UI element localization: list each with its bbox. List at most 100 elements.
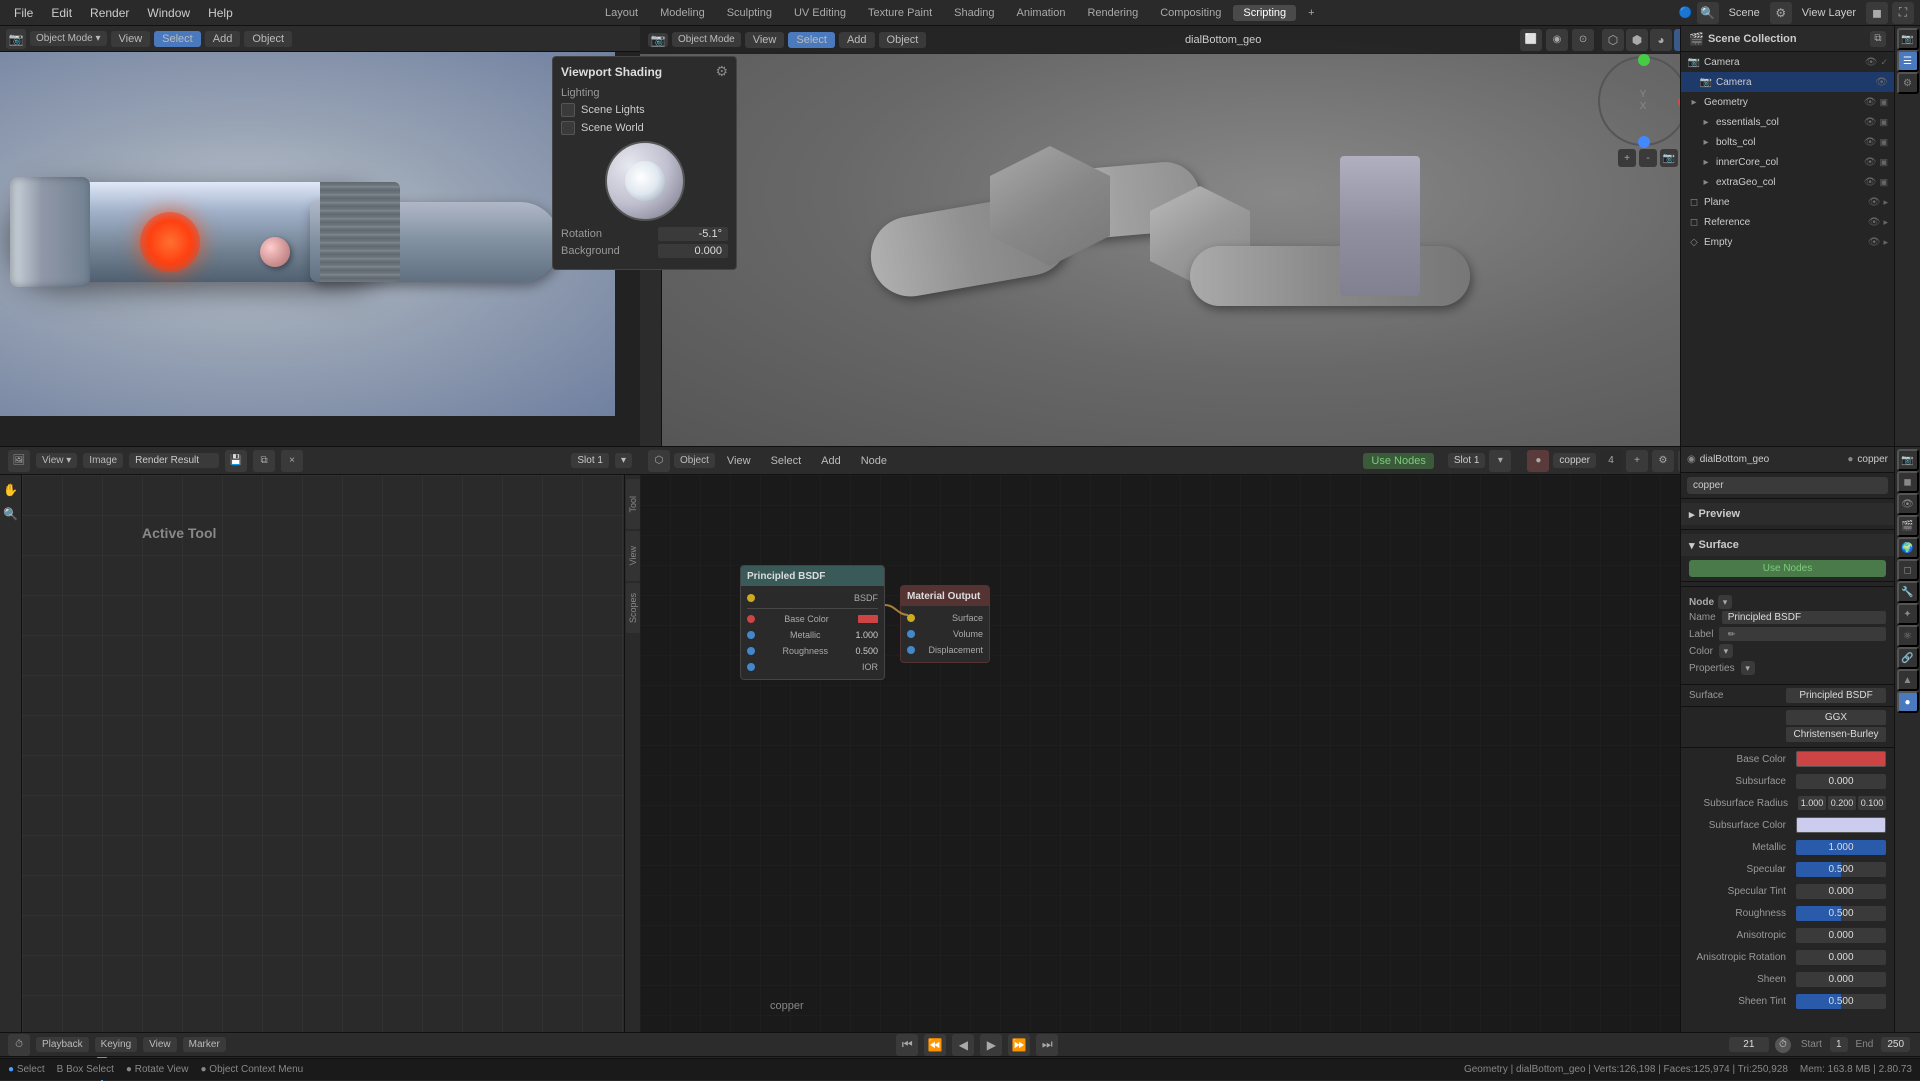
- anisotropic-rot-value[interactable]: 0.000: [1796, 950, 1886, 965]
- viewport-select-btn[interactable]: Select: [788, 32, 835, 48]
- zoom-tool[interactable]: 🔍: [0, 503, 22, 525]
- node-slot-dropdown[interactable]: ▾: [1489, 450, 1511, 472]
- image-editor-icon[interactable]: 🖼: [8, 450, 30, 472]
- tab-shading[interactable]: Shading: [944, 5, 1004, 21]
- collection-reference[interactable]: ◻ Reference 👁 ▸: [1681, 212, 1894, 232]
- scene-hierarchy-icon[interactable]: ☰: [1897, 50, 1919, 72]
- viewport-shading-btn[interactable]: ◉: [1546, 29, 1568, 51]
- subsurface-color-swatch[interactable]: [1796, 817, 1886, 833]
- metallic-value[interactable]: 1.000: [1796, 840, 1886, 855]
- gizmo-y-axis[interactable]: [1638, 54, 1650, 66]
- prop-output-tab[interactable]: ◼: [1897, 471, 1919, 493]
- camera-eye[interactable]: 👁: [1865, 57, 1878, 68]
- slot-dropdown[interactable]: ▾: [615, 453, 632, 468]
- go-start-btn[interactable]: ⏮: [896, 1034, 918, 1056]
- img-save-btn[interactable]: 💾: [225, 450, 247, 472]
- collection-bolts[interactable]: ▸ bolts_col 👁 ▣: [1681, 132, 1894, 152]
- search-btn[interactable]: 🔍: [1697, 2, 1719, 24]
- rotation-value[interactable]: -5.1°: [658, 227, 728, 241]
- scene-render-icon[interactable]: 📷: [1897, 28, 1919, 50]
- prop-physics-tab[interactable]: ⚛: [1897, 625, 1919, 647]
- collection-innercore[interactable]: ▸ innerCore_col 👁 ▣: [1681, 152, 1894, 172]
- prop-render-tab[interactable]: 📷: [1897, 449, 1919, 471]
- tab-texture-paint[interactable]: Texture Paint: [858, 5, 942, 21]
- camera-check[interactable]: ✓: [1880, 57, 1888, 68]
- collection-camera[interactable]: 📷 Camera 👁 ✓: [1681, 52, 1894, 72]
- current-frame-display[interactable]: 21: [1729, 1037, 1769, 1052]
- menu-render[interactable]: Render: [82, 4, 137, 22]
- prop-object-tab[interactable]: ◻: [1897, 559, 1919, 581]
- scene-settings-btn[interactable]: ⚙: [1770, 2, 1792, 24]
- use-nodes-btn[interactable]: Use Nodes: [1363, 453, 1433, 469]
- viewport-mode-dropdown[interactable]: Object Mode: [672, 32, 741, 47]
- prop-constraints-tab[interactable]: 🔗: [1897, 647, 1919, 669]
- playback-dropdown[interactable]: Playback: [36, 1037, 89, 1052]
- sheen-tint-value[interactable]: 0.500: [1796, 994, 1886, 1009]
- image-image-dropdown[interactable]: Image: [83, 453, 123, 468]
- camera-selected-eye[interactable]: 👁: [1875, 77, 1888, 88]
- viewport-view-btn[interactable]: View: [745, 32, 785, 48]
- menu-window[interactable]: Window: [139, 4, 198, 22]
- marker-dropdown[interactable]: Marker: [183, 1037, 226, 1052]
- fullscreen-btn[interactable]: ⛶: [1892, 2, 1914, 24]
- material-mode[interactable]: ◕: [1650, 29, 1672, 51]
- anisotropic-value[interactable]: 0.000: [1796, 928, 1886, 943]
- material-name-input[interactable]: copper: [1687, 477, 1888, 494]
- perspective-btn[interactable]: ⬜: [1520, 29, 1542, 51]
- img-copy-btn[interactable]: ⧉: [253, 450, 275, 472]
- collection-empty[interactable]: ◇ Empty 👁 ▸: [1681, 232, 1894, 252]
- tab-layout[interactable]: Layout: [595, 5, 648, 21]
- zoom-in-btn[interactable]: +: [1618, 149, 1636, 167]
- scene-lights-checkbox[interactable]: [561, 103, 575, 117]
- subrad-3[interactable]: 0.100: [1858, 796, 1886, 810]
- ggx-value[interactable]: GGX: [1786, 710, 1886, 725]
- sheen-value[interactable]: 0.000: [1796, 972, 1886, 987]
- timeline-icon-btn[interactable]: ⏱: [8, 1034, 30, 1056]
- img-close-btn[interactable]: ×: [281, 450, 303, 472]
- empty-eye[interactable]: 👁: [1868, 237, 1881, 248]
- node-label-edit-btn[interactable]: ✏: [1725, 628, 1737, 640]
- node-settings-btn[interactable]: ⚙: [1652, 450, 1674, 472]
- gizmo-z-axis[interactable]: [1638, 136, 1650, 148]
- prop-view-tab[interactable]: 👁: [1897, 493, 1919, 515]
- geometry-eye[interactable]: 👁: [1864, 97, 1877, 108]
- node-expand-btn[interactable]: ▾: [1718, 595, 1732, 609]
- tab-add[interactable]: +: [1298, 5, 1324, 21]
- view-btn[interactable]: View: [111, 31, 151, 47]
- node-add-btn[interactable]: Add: [813, 453, 849, 469]
- collection-plane[interactable]: ◻ Plane 👁 ▸: [1681, 192, 1894, 212]
- scene-world-checkbox[interactable]: [561, 121, 575, 135]
- prev-frame-btn[interactable]: ⏪: [924, 1034, 946, 1056]
- menu-file[interactable]: File: [6, 4, 41, 22]
- popup-gear-icon[interactable]: ⚙: [715, 63, 728, 80]
- wireframe-mode[interactable]: ⬡: [1602, 29, 1624, 51]
- node-add-material[interactable]: +: [1626, 450, 1648, 472]
- extrageo-eye[interactable]: 👁: [1864, 177, 1877, 188]
- vtab-tool[interactable]: Tool: [626, 479, 640, 529]
- collection-essentials[interactable]: ▸ essentials_col 👁 ▣: [1681, 112, 1894, 132]
- collection-geometry[interactable]: ▸ Geometry 👁 ▣: [1681, 92, 1894, 112]
- node-principled-bsdf[interactable]: Principled BSDF BSDF Base Color: [740, 565, 885, 680]
- prop-particles-tab[interactable]: ✦: [1897, 603, 1919, 625]
- viewport-camera-btn[interactable]: 📷: [648, 33, 668, 47]
- add-btn[interactable]: Add: [205, 31, 241, 47]
- keying-dropdown[interactable]: Keying: [95, 1037, 138, 1052]
- vtab-view[interactable]: View: [626, 531, 640, 581]
- camera-nav-btn[interactable]: 📷: [1660, 149, 1678, 167]
- bolts-eye[interactable]: 👁: [1864, 137, 1877, 148]
- essentials-eye[interactable]: 👁: [1864, 117, 1877, 128]
- zoom-out-btn[interactable]: -: [1639, 149, 1657, 167]
- surface-header[interactable]: ▾ Surface: [1681, 534, 1894, 556]
- tab-uv-editing[interactable]: UV Editing: [784, 5, 856, 21]
- tab-sculpting[interactable]: Sculpting: [717, 5, 782, 21]
- play-btn[interactable]: ▶: [980, 1034, 1002, 1056]
- tab-rendering[interactable]: Rendering: [1077, 5, 1148, 21]
- specular-value[interactable]: 0.500: [1796, 862, 1886, 877]
- base-color-swatch[interactable]: [1796, 751, 1886, 767]
- tab-animation[interactable]: Animation: [1007, 5, 1076, 21]
- subrad-2[interactable]: 0.200: [1828, 796, 1856, 810]
- select-btn[interactable]: Select: [154, 31, 201, 47]
- collection-extrageo[interactable]: ▸ extraGeo_col 👁 ▣: [1681, 172, 1894, 192]
- subsurface-value[interactable]: 0.000: [1796, 774, 1886, 789]
- menu-edit[interactable]: Edit: [43, 4, 80, 22]
